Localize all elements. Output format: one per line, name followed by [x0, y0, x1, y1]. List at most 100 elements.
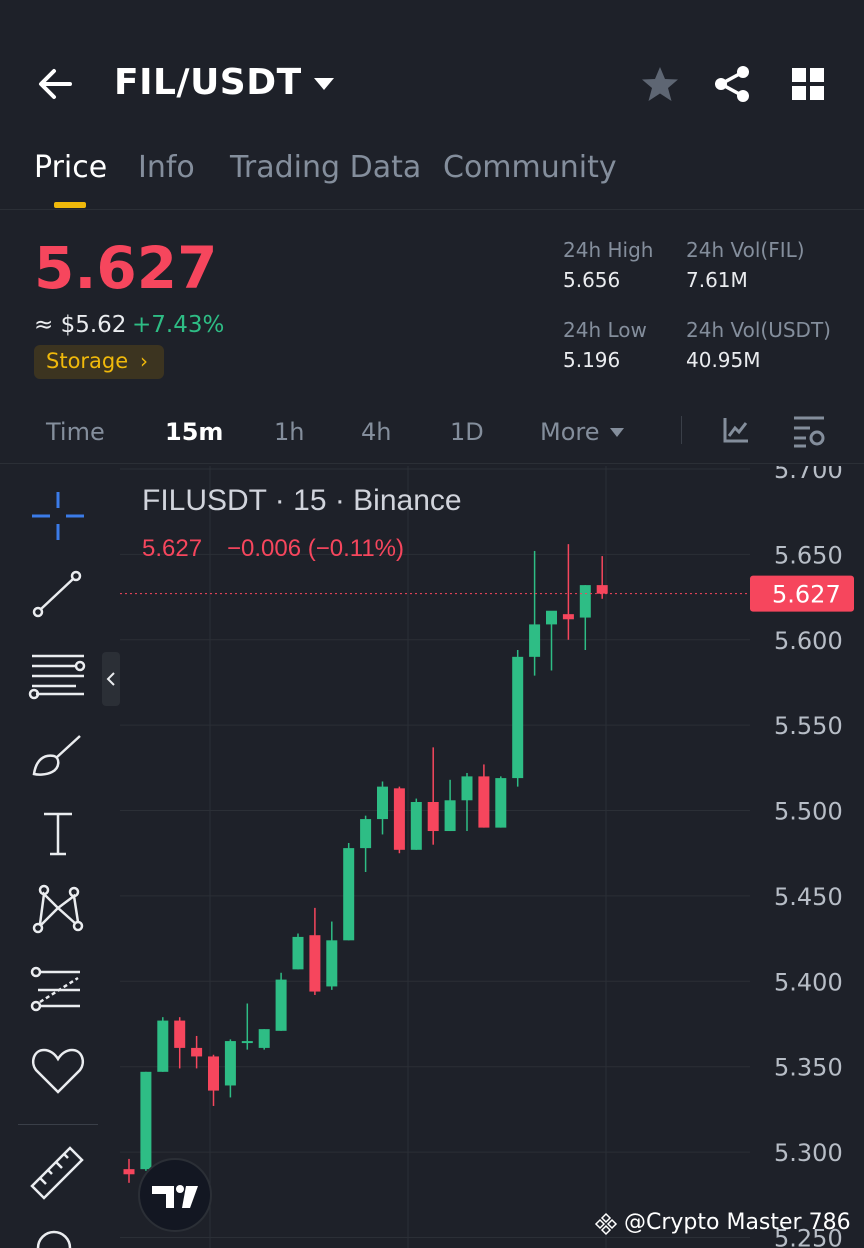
drawing-toolbar: [0, 466, 100, 1248]
fib-lines-icon[interactable]: [28, 646, 88, 702]
y-tick-label: 5.600: [774, 627, 843, 655]
candlestick-chart[interactable]: 5.700 5.650 5.600 5.550 5.500 5.450 5.400 5.350…: [120, 466, 864, 1248]
grid-icon[interactable]: [790, 66, 826, 102]
candle-body: [512, 656, 524, 779]
chart-title: FILUSDT · 15 · Binance: [142, 484, 462, 517]
trendline-icon[interactable]: [28, 566, 88, 622]
zoom-icon[interactable]: [28, 1226, 88, 1248]
tf-1h[interactable]: 1h: [274, 418, 304, 446]
star-icon[interactable]: [640, 64, 680, 104]
candle-body: [393, 788, 405, 850]
y-tick-label: 5.400: [774, 968, 843, 996]
tradingview-logo-icon: [152, 1185, 198, 1208]
tab-community[interactable]: Community: [443, 150, 617, 185]
category-tag-label: Storage: [46, 349, 129, 373]
top-bar: FIL/USDT: [0, 0, 864, 140]
toolbar-divider: [18, 1124, 98, 1125]
candle-body: [123, 1169, 135, 1175]
candle-body: [377, 786, 388, 820]
price-change: +7.43%: [132, 312, 225, 338]
vol-fil-label: 24h Vol(FIL): [686, 238, 805, 262]
favorite-heart-icon[interactable]: [28, 1042, 88, 1098]
last-price-badge-label: 5.627: [772, 581, 841, 609]
more-caret-icon[interactable]: [610, 428, 624, 438]
timeframe-bar: Time 15m 1h 4h 1D More: [0, 404, 864, 464]
chevron-right-icon: ›: [140, 349, 148, 373]
y-tick-label: 5.450: [774, 883, 843, 911]
candle-body: [326, 940, 338, 987]
text-icon[interactable]: [28, 806, 88, 862]
vol-usdt-value: 40.95M: [686, 348, 761, 372]
low-value: 5.196: [563, 348, 621, 372]
y-tick-label: 5.350: [774, 1054, 843, 1082]
y-tick-label: 5.550: [774, 712, 843, 740]
candle-body: [224, 1041, 236, 1086]
pattern-icon[interactable]: [28, 882, 88, 938]
y-tick-label: 5.300: [774, 1139, 843, 1167]
candle-body: [275, 979, 287, 1031]
tf-15m[interactable]: 15m: [165, 418, 223, 446]
tf-4h[interactable]: 4h: [361, 418, 391, 446]
candle-body: [529, 624, 541, 657]
pair-title[interactable]: FIL/USDT: [114, 62, 302, 103]
chevron-left-icon: [106, 672, 115, 686]
binance-logo-icon: [594, 1212, 618, 1236]
candle-body: [258, 1029, 270, 1048]
candle-body: [360, 819, 372, 849]
last-price: 5.627: [34, 234, 218, 302]
candle-body: [191, 1047, 203, 1057]
y-tick-label: 5.500: [774, 798, 843, 826]
candle-body: [343, 848, 355, 941]
vol-fil-value: 7.61M: [686, 268, 748, 292]
y-tick-label: 5.700: [774, 466, 843, 484]
candle-body: [546, 610, 557, 625]
forecast-icon[interactable]: [28, 962, 88, 1018]
candle-body: [309, 935, 321, 992]
chevron-down-icon[interactable]: [312, 74, 336, 94]
candle-body: [461, 776, 473, 801]
candle-body: [410, 802, 422, 850]
tf-more[interactable]: More: [540, 418, 600, 446]
y-tick-label: 5.650: [774, 541, 843, 569]
fiat-price: ≈ $5.62: [34, 312, 127, 338]
tab-info[interactable]: Info: [138, 150, 195, 185]
candle-body: [596, 585, 608, 594]
candle-body: [140, 1071, 152, 1170]
candle-body: [495, 778, 507, 828]
indicators-icon[interactable]: [722, 416, 750, 444]
legend-value: 5.627: [142, 535, 202, 562]
share-icon[interactable]: [712, 64, 752, 104]
chart-area[interactable]: 5.700 5.650 5.600 5.550 5.500 5.450 5.400 5.350…: [120, 466, 864, 1248]
chart-settings-icon[interactable]: [792, 414, 826, 448]
back-arrow-icon[interactable]: [36, 62, 76, 106]
candle-body: [208, 1056, 219, 1091]
vol-usdt-label: 24h Vol(USDT): [686, 318, 831, 342]
tf-1d[interactable]: 1D: [450, 418, 484, 446]
tab-trading-data[interactable]: Trading Data: [230, 150, 421, 185]
tab-price[interactable]: Price: [34, 150, 107, 185]
legend-change: −0.006 (−0.11%): [227, 535, 404, 562]
category-tag[interactable]: Storage ›: [34, 345, 164, 379]
toolbar-divider: [681, 416, 682, 444]
section-tabs: Price Info Trading Data Community: [0, 140, 864, 210]
candle-body: [292, 936, 304, 970]
brush-icon[interactable]: [28, 728, 88, 784]
candle-body: [427, 802, 439, 832]
candle-body: [174, 1020, 186, 1048]
collapse-toolbar-button[interactable]: [102, 652, 120, 706]
candle-body: [562, 614, 574, 620]
crosshair-icon[interactable]: [28, 488, 88, 544]
active-tab-indicator: [54, 202, 86, 208]
candle-body: [157, 1020, 169, 1072]
watermark-text: @Crypto Master 786: [624, 1210, 851, 1235]
ruler-icon[interactable]: [28, 1144, 88, 1200]
high-value: 5.656: [563, 268, 621, 292]
candle-body: [241, 1041, 253, 1044]
candle-body: [579, 585, 591, 618]
tf-time[interactable]: Time: [46, 418, 105, 446]
low-label: 24h Low: [563, 318, 647, 342]
candle-body: [478, 776, 490, 828]
tradingview-logo: [138, 1158, 212, 1232]
high-label: 24h High: [563, 238, 654, 262]
candle-body: [444, 800, 456, 832]
